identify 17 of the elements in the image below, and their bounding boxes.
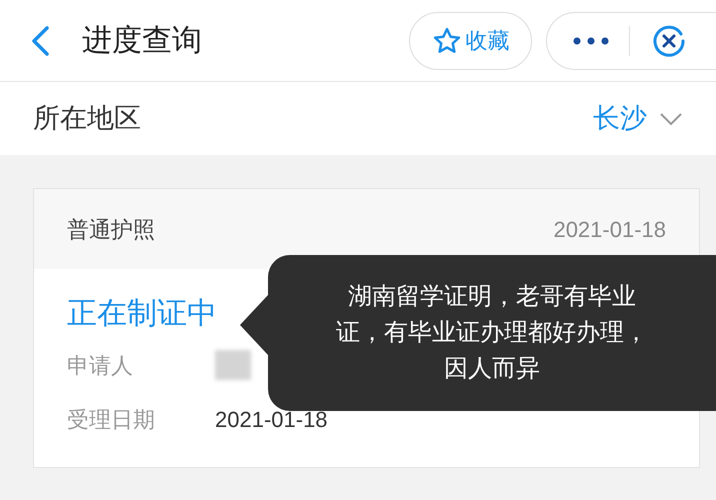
close-icon[interactable] xyxy=(652,24,686,58)
star-icon xyxy=(432,26,462,56)
field-label: 申请人 xyxy=(67,352,134,380)
page-title: 进度查询 xyxy=(82,23,202,59)
passport-type: 普通护照 xyxy=(67,216,155,244)
blurred-name xyxy=(215,350,251,380)
status-text: 正在制证中 xyxy=(67,299,217,329)
field-label: 受理日期 xyxy=(67,406,156,434)
callout-text: 湖南留学证明，老哥有毕业证，有毕业证办理都好办理，因人而异 xyxy=(335,282,649,384)
chevron-down-icon xyxy=(659,112,683,126)
more-icon[interactable] xyxy=(573,36,609,44)
region-selector[interactable]: 长沙 xyxy=(593,98,683,139)
favorite-button[interactable]: 收藏 xyxy=(409,12,532,70)
field-value: 2021-01-18 xyxy=(215,406,328,434)
card-date: 2021-01-18 xyxy=(553,216,666,244)
region-label: 所在地区 xyxy=(33,102,141,136)
back-icon[interactable] xyxy=(30,24,50,56)
